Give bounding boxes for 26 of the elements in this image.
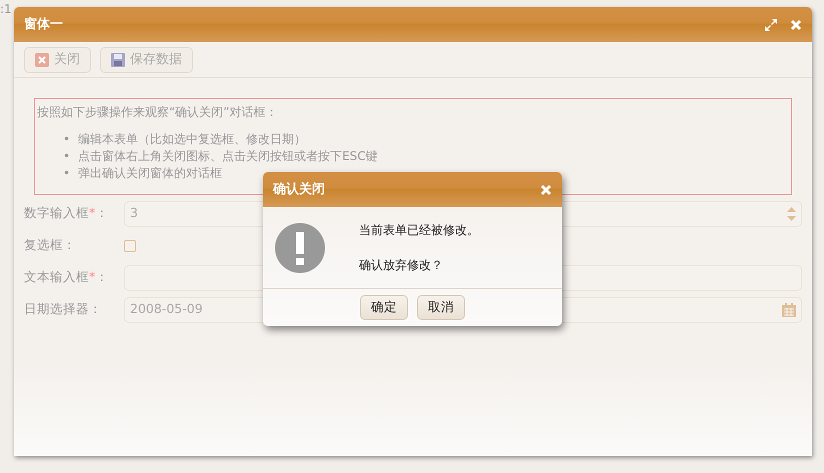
step-item: 点击窗体右上角关闭图标、点击关闭按钮或者按下ESC键	[78, 148, 378, 165]
dialog-message: 当前表单已经被修改。	[359, 222, 479, 239]
dialog-message: 确认放弃修改？	[359, 257, 444, 274]
dialog-title: 确认关闭	[273, 180, 325, 199]
field-label: 日期选择器：	[24, 300, 103, 318]
confirm-button[interactable]: 确定	[360, 295, 408, 320]
step-item: 弹出确认关闭窗体的对话框	[78, 165, 222, 182]
background-text: :1	[0, 1, 12, 18]
field-label: 文本输入框*：	[24, 268, 110, 286]
bullet: •	[63, 165, 70, 182]
spinner-arrows-icon[interactable]	[787, 206, 796, 220]
bullet: •	[63, 148, 70, 165]
close-icon[interactable]	[790, 18, 802, 30]
checkbox[interactable]	[124, 240, 136, 252]
calendar-icon[interactable]	[782, 302, 796, 316]
field-label: 复选框：	[24, 236, 77, 254]
step-item: 编辑本表单（比如选中复选框、修改日期）	[78, 131, 306, 148]
warning-icon	[275, 222, 325, 272]
close-icon	[35, 52, 49, 66]
info-intro: 按照如下步骤操作来观察“确认关闭”对话框：	[37, 104, 278, 121]
close-icon[interactable]	[540, 184, 552, 196]
maximize-icon[interactable]	[764, 18, 778, 32]
window-title: 窗体一	[24, 16, 63, 34]
bullet: •	[63, 131, 70, 148]
cancel-button[interactable]: 取消	[417, 295, 465, 320]
field-label: 数字输入框*：	[24, 204, 110, 222]
